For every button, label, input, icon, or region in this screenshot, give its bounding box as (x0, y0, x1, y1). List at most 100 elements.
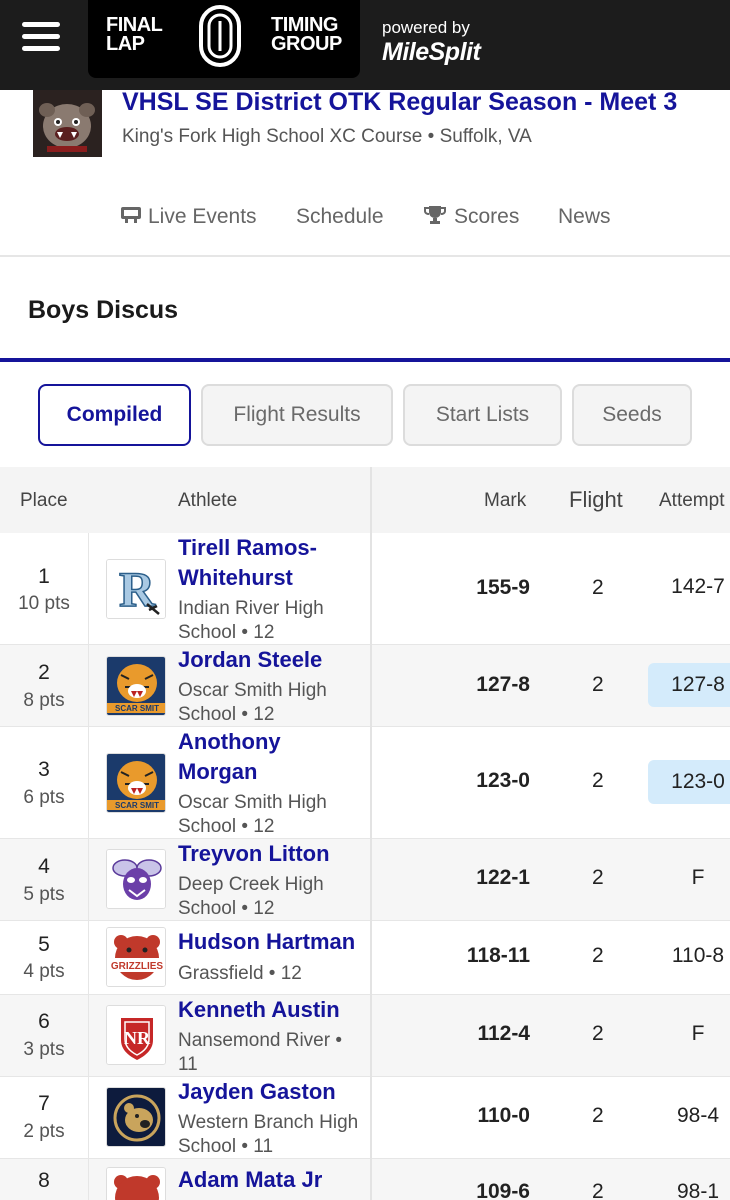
cell-divider (88, 839, 89, 920)
bruin-icon (107, 1088, 165, 1146)
row-points: 4 pts (23, 961, 65, 982)
row-mark: 112-4 (477, 1022, 530, 1045)
row-attempt: 110-8 (671, 944, 725, 967)
row-mark: 122-1 (476, 866, 530, 889)
svg-text:SCAR SMIT: SCAR SMIT (115, 801, 159, 810)
meet-logo (33, 90, 102, 157)
nav-live-events[interactable]: Live Events (120, 205, 257, 229)
nav-schedule-label: Schedule (296, 205, 384, 228)
athlete-name[interactable]: Treyvon Litton (178, 839, 364, 869)
athlete-name[interactable]: Jayden Gaston (178, 1077, 364, 1107)
row-place: 7 (38, 1092, 50, 1115)
athlete-name[interactable]: Adam Mata Jr (178, 1165, 364, 1195)
brand-logo-box[interactable]: FINAL LAP TIMING GROUP (88, 0, 360, 78)
meet-nav: Live Events Schedule Scores News (0, 205, 730, 235)
row-flight: 2 (592, 944, 604, 967)
athlete-school: Oscar Smith High School • 12 (178, 792, 327, 837)
event-title-rule (0, 358, 730, 362)
table-row[interactable]: 7 2 pts Jayden Gaston Western Branch Hig… (0, 1077, 730, 1159)
meet-title[interactable]: VHSL SE District OTK Regular Season - Me… (122, 88, 677, 117)
nav-news-label: News (558, 205, 611, 228)
team-logo-nansemond-river: NR (106, 1005, 166, 1065)
header-attempt[interactable]: Attempt (659, 490, 724, 512)
row-place: 4 (38, 855, 50, 878)
table-row[interactable]: 6 3 pts NR Kenneth Austin Nansemond Rive… (0, 995, 730, 1077)
menu-icon[interactable] (22, 22, 60, 52)
header-athlete[interactable]: Athlete (178, 490, 237, 512)
team-logo-oscar-smith: SCAR SMIT (106, 656, 166, 716)
table-header: Place Athlete Mark Flight Attempt (0, 467, 730, 533)
row-flight: 2 (592, 576, 604, 599)
team-logo-deep-creek (106, 849, 166, 909)
grizzly-icon: GRIZZLIES (107, 928, 165, 986)
row-mark: 127-8 (476, 673, 530, 696)
powered-by-label: powered by (382, 18, 470, 37)
svg-text:GRIZZLIES: GRIZZLIES (111, 961, 164, 972)
brand-right-text: TIMING GROUP (271, 15, 342, 54)
table-row[interactable]: 4 5 pts Treyvon Litton Deep Creek High S… (0, 839, 730, 921)
row-flight: 2 (592, 769, 604, 792)
trophy-icon (424, 206, 446, 224)
row-points: 3 pts (23, 1039, 65, 1060)
row-points: 10 pts (18, 593, 70, 614)
team-logo-oscar-smith: SCAR SMIT (106, 753, 166, 813)
row-mark: 155-9 (476, 576, 530, 599)
meet-location: King's Fork High School XC Course • Suff… (122, 126, 532, 147)
cell-divider (88, 533, 89, 644)
track-oval-icon (199, 5, 241, 67)
row-attempt: 142-7 (671, 575, 725, 598)
team-logo-grassfield: GRIZZLIES (106, 927, 166, 987)
table-row[interactable]: 2 8 pts SCAR SMIT Jordan Steele Oscar Sm… (0, 645, 730, 727)
grizzly-icon (107, 1168, 165, 1200)
svg-text:SCAR SMIT: SCAR SMIT (115, 704, 159, 713)
row-place: 5 (38, 933, 50, 956)
row-mark: 123-0 (476, 769, 530, 792)
athlete-school: Deep Creek High School • 12 (178, 874, 324, 919)
nav-news[interactable]: News (558, 205, 611, 229)
column-divider (370, 467, 372, 1200)
row-place: 1 (38, 565, 50, 588)
tab-seeds[interactable]: Seeds (572, 384, 692, 446)
nav-schedule[interactable]: Schedule (296, 205, 384, 229)
athlete-name[interactable]: Anothony Morgan (178, 727, 364, 787)
athlete-school: Western Branch High School • 11 (178, 1112, 359, 1157)
team-logo-western-branch (106, 1087, 166, 1147)
row-flight: 2 (592, 1104, 604, 1127)
brand-left-text: FINAL LAP (106, 15, 163, 54)
svg-text:NR: NR (124, 1028, 151, 1048)
table-row[interactable]: 8 Adam Mata Jr 109-6 2 98-1 (0, 1159, 730, 1200)
cell-divider (88, 645, 89, 726)
indian-river-r-icon: R (107, 560, 165, 618)
row-mark: 110-0 (477, 1104, 530, 1127)
nav-live-events-label: Live Events (148, 205, 257, 228)
cell-divider (88, 1077, 89, 1158)
row-attempt-best: 127-8 (648, 663, 730, 707)
tab-compiled[interactable]: Compiled (38, 384, 191, 446)
athlete-name[interactable]: Hudson Hartman (178, 927, 368, 957)
header-flight[interactable]: Flight (569, 487, 623, 513)
row-mark: 118-11 (466, 944, 530, 967)
row-place: 3 (38, 758, 50, 781)
header-mark[interactable]: Mark (484, 490, 526, 512)
row-place: 2 (38, 661, 50, 684)
tiger-icon: SCAR SMIT (107, 657, 165, 715)
nav-scores-label: Scores (454, 205, 520, 228)
nav-scores[interactable]: Scores (424, 205, 519, 229)
athlete-name[interactable]: Kenneth Austin (178, 995, 364, 1025)
athlete-name[interactable]: Tirell Ramos-Whitehurst (178, 533, 364, 593)
table-row[interactable]: 3 6 pts SCAR SMIT Anothony Morgan Oscar … (0, 727, 730, 839)
row-attempt: 98-1 (676, 1180, 720, 1200)
table-row[interactable]: 5 4 pts GRIZZLIES Hudson Hartman Grassfi… (0, 921, 730, 995)
row-flight: 2 (592, 673, 604, 696)
team-logo-grassfield (106, 1167, 166, 1200)
athlete-school: Indian River High School • 12 (178, 598, 324, 643)
row-mark: 109-6 (476, 1180, 530, 1200)
milesplit-logo[interactable]: MileSplit (382, 38, 481, 67)
tab-start-lists[interactable]: Start Lists (403, 384, 562, 446)
athlete-name[interactable]: Jordan Steele (178, 645, 364, 675)
table-row[interactable]: 1 10 pts R Tirell Ramos-Whitehurst India… (0, 533, 730, 645)
row-points: 8 pts (23, 690, 65, 711)
row-place: 8 (38, 1169, 50, 1192)
tab-flight-results[interactable]: Flight Results (201, 384, 393, 446)
header-place[interactable]: Place (20, 490, 68, 512)
